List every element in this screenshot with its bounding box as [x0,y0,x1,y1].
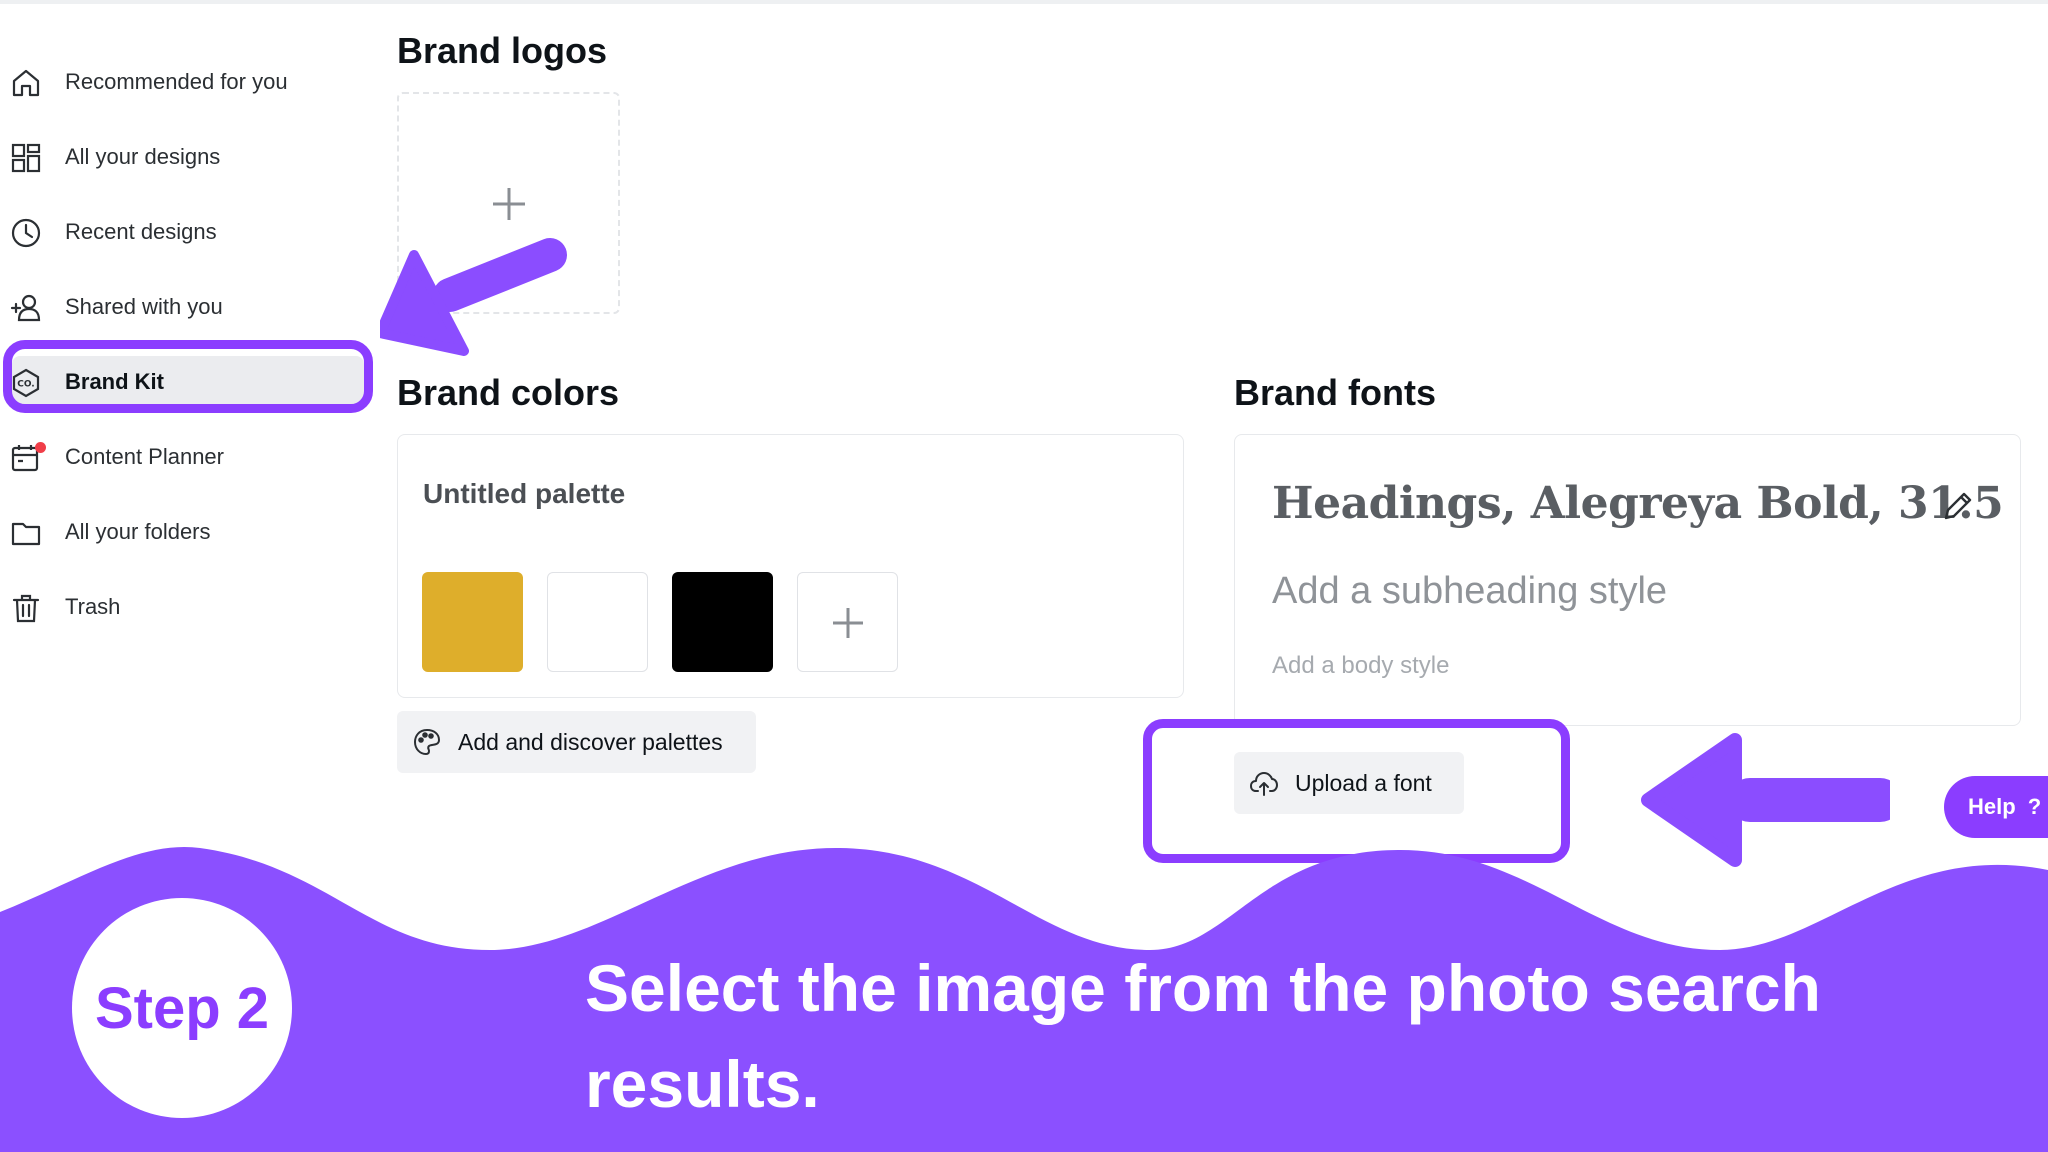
help-question-icon: ? [2027,794,2042,819]
sidebar-item-all-designs[interactable]: All your designs [0,127,372,187]
sidebar-item-content-planner[interactable]: Content Planner [0,427,372,487]
people-icon [10,292,42,324]
sidebar-item-recommended[interactable]: Recommended for you [0,52,372,112]
palette-icon [413,728,441,756]
sidebar-item-label: Content Planner [65,444,224,469]
color-swatch[interactable] [547,572,648,672]
folder-icon [10,517,42,549]
brand-kit-icon: CO. [10,367,42,399]
add-discover-palettes-button[interactable]: Add and discover palettes [397,711,756,773]
sidebar-item-label: Recommended for you [65,69,288,94]
color-swatch[interactable] [672,572,773,672]
pencil-icon[interactable] [1940,488,1976,524]
sidebar: Recommended for you All your designs Rec… [0,0,385,660]
plus-icon [833,608,863,638]
notification-dot [35,442,46,453]
sidebar-item-label: All your designs [65,144,221,169]
sidebar-item-trash[interactable]: Trash [0,577,372,637]
home-icon [10,67,42,99]
help-label: Help [1968,794,2016,819]
add-color-button[interactable] [797,572,898,672]
arrow-left-icon [1641,733,1890,867]
sidebar-item-label: Shared with you [65,294,223,319]
grid-icon [10,142,42,174]
plus-icon [493,188,525,220]
trash-icon [10,592,42,624]
palette-name[interactable]: Untitled palette [423,478,625,510]
subheading-style[interactable]: Add a subheading style [1272,570,1667,613]
upload-font-label: Upload a font [1295,769,1432,796]
sidebar-item-brand-kit[interactable]: CO. Brand Kit [0,352,372,412]
sidebar-item-label: Trash [65,594,121,619]
color-swatch[interactable] [422,572,523,672]
body-style[interactable]: Add a body style [1272,652,1449,680]
sidebar-item-recent-designs[interactable]: Recent designs [0,202,372,262]
step-badge: Step 2 [72,898,292,1118]
add-discover-palettes-label: Add and discover palettes [458,728,723,755]
help-button[interactable]: Help ? [1944,776,2048,838]
upload-font-button[interactable]: Upload a font [1234,752,1464,814]
cloud-upload-icon [1250,772,1278,796]
svg-text:CO.: CO. [17,380,34,390]
clock-icon [10,217,42,249]
sidebar-item-label: Brand Kit [65,369,164,394]
brand-logos-title: Brand logos [397,30,608,71]
step-label: Step 2 [94,975,270,1041]
brand-colors-title: Brand colors [397,372,620,413]
sidebar-item-folders[interactable]: All your folders [0,502,372,562]
sidebar-item-shared[interactable]: Shared with you [0,277,372,337]
brand-fonts-title: Brand fonts [1234,372,1436,413]
sidebar-item-label: Recent designs [65,219,217,244]
sidebar-item-label: All your folders [65,519,211,544]
add-logo-button[interactable] [397,92,620,314]
heading-style[interactable]: Headings, Alegreya Bold, 31.5 [1272,478,2004,529]
instruction-text: Select the image from the photo search r… [585,951,1821,1121]
